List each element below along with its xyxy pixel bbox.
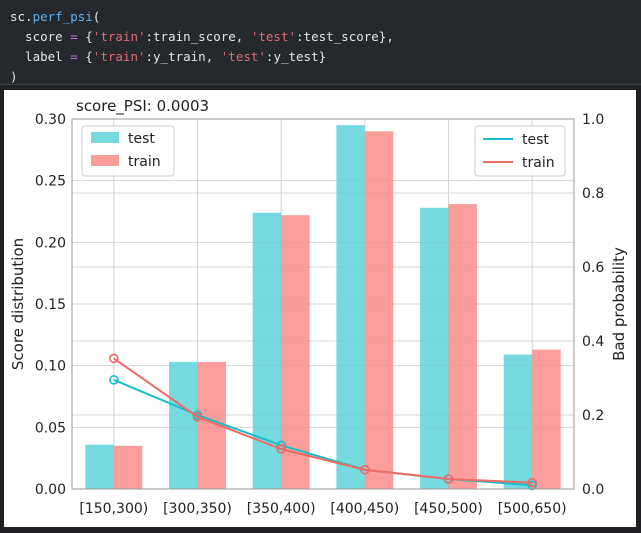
bar-legend-label: test [128,131,155,147]
x-tick-label: [300,350) [163,501,232,517]
y-tick-label: 0.15 [35,297,66,313]
bar-legend-swatch [91,132,119,143]
x-tick-label: [350,400) [247,501,316,517]
line-legend-label: test [522,132,549,148]
chart-title: score_PSI: 0.0003 [76,97,209,116]
y-tick-label: 0.00 [35,482,66,498]
x-tick-label: [150,300) [79,501,148,517]
bar-test [169,361,198,489]
bar-train [364,131,394,490]
y2-tick-label: 0.0 [582,482,604,498]
code-cell[interactable]: sc.perf_psi( score = {'train':train_scor… [0,0,641,85]
psi-chart: 0.00 0.05 0.10 0.15 0.20 0.25 0.30 0.0 0.2 0.4 0.6… [9,97,628,517]
line-legend-label: train [522,155,555,171]
bar-train [448,204,477,489]
bar-train [532,349,561,489]
bar-test [420,207,449,490]
code-line-2: score = {'train':train_score, 'test':tes… [10,29,394,44]
y-axis-label: Score distribution [9,238,27,370]
y2-tick-label: 0.4 [582,334,604,350]
x-tick-label: [450,500) [414,501,483,517]
bar-legend-swatch [91,155,119,166]
y-tick-label: 0.05 [35,420,66,436]
chart-output: 0.00 0.05 0.10 0.15 0.20 0.25 0.30 0.0 0.2 0.4 0.6… [4,90,636,527]
y2-tick-label: 0.8 [582,186,604,202]
y2-tick-label: 0.2 [582,408,604,424]
y2-tick-label: 1.0 [582,112,604,128]
code-line-3: label = {'train':y_train, 'test':y_test} [10,49,327,64]
y-tick-label: 0.25 [35,174,66,190]
bar-train [113,445,143,489]
y-tick-label: 0.30 [35,112,66,128]
x-tick-label: [400,450) [330,501,399,517]
y2-tick-label: 0.6 [582,260,604,276]
bar-test [503,354,533,489]
y2-axis-label: Bad probability [610,247,628,361]
bar-legend-label: train [128,154,161,170]
bar-test [336,125,365,489]
y-tick-label: 0.10 [35,359,66,375]
x-tick-label: [500,650) [498,501,567,517]
bar-test [85,444,114,489]
code-line-1: sc.perf_psi( [10,9,101,24]
code-line-4: ) [10,69,18,84]
y-tick-label: 0.20 [35,235,66,251]
